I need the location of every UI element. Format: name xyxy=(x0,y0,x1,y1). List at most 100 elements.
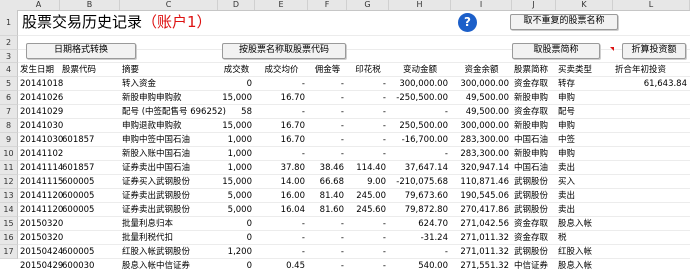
cell-type[interactable]: 申购 xyxy=(558,92,575,105)
cell-type[interactable]: 税 xyxy=(558,232,567,245)
cell-fee[interactable]: - xyxy=(308,246,344,259)
cell-qty[interactable]: 1,000 xyxy=(218,134,252,147)
row-header-12[interactable]: 12 xyxy=(0,175,18,189)
cell-memo[interactable]: 批量利税代扣 xyxy=(122,232,173,245)
column-header-f[interactable]: F xyxy=(308,0,347,10)
cell-type[interactable]: 买入 xyxy=(558,176,575,189)
row-header-2[interactable]: 2 xyxy=(0,36,18,50)
cell-price[interactable]: - xyxy=(255,246,305,259)
row-header-16[interactable]: 16 xyxy=(0,231,18,245)
cell-name[interactable]: 中国石油 xyxy=(514,134,548,147)
cell-date[interactable]: 20141026 xyxy=(20,92,63,105)
cell-tax[interactable]: - xyxy=(347,218,386,231)
cell-balance[interactable]: 271,042.56 xyxy=(451,218,509,231)
cell-qty[interactable]: 15,000 xyxy=(218,120,252,133)
cell-price[interactable]: - xyxy=(255,232,305,245)
cell-date[interactable]: 20141018 xyxy=(20,78,63,91)
cell-name[interactable]: 新股申购 xyxy=(514,92,548,105)
calc-invest-button[interactable]: 折算投资额 xyxy=(622,43,686,59)
cell-name[interactable]: 武钢股份 xyxy=(514,246,548,259)
header-cell[interactable]: 股票代码 xyxy=(62,64,96,77)
cell-amount[interactable]: 540.00 xyxy=(389,260,448,273)
cell-fee[interactable]: - xyxy=(308,78,344,91)
header-cell[interactable]: 印花税 xyxy=(349,64,387,77)
cell-tax[interactable]: 245.00 xyxy=(347,190,386,203)
cell-type[interactable]: 股息入帐 xyxy=(558,260,592,273)
cell-qty[interactable]: 0 xyxy=(218,260,252,273)
row-header-7[interactable]: 7 xyxy=(0,105,18,119)
header-cell[interactable]: 买卖类型 xyxy=(558,64,592,77)
cell-tax[interactable]: - xyxy=(347,120,386,133)
cell-balance[interactable]: 271,551.32 xyxy=(451,260,509,273)
header-cell[interactable]: 发生日期 xyxy=(20,64,54,77)
cell-memo[interactable]: 红股入帐武钢股份 xyxy=(122,246,190,259)
cell-tax[interactable]: 245.60 xyxy=(347,204,386,217)
cell-balance[interactable]: 270,417.86 xyxy=(451,204,509,217)
cell-amount[interactable]: 37,647.14 xyxy=(389,162,448,175)
cell-code[interactable]: 600005 xyxy=(62,246,94,259)
row-header-15[interactable]: 15 xyxy=(0,217,18,231)
cell-memo[interactable]: 证券卖出武钢股份 xyxy=(122,190,190,203)
cell-memo[interactable]: 股息入帐中信证券 xyxy=(122,260,190,273)
unique-names-button[interactable]: 取不重复的股票名称 xyxy=(510,14,618,30)
cell-fee[interactable]: - xyxy=(308,134,344,147)
cell-type[interactable]: 股息入帐 xyxy=(558,218,592,231)
column-header-d[interactable]: D xyxy=(218,0,255,10)
cell-name[interactable]: 武钢股份 xyxy=(514,190,548,203)
help-icon[interactable]: ? xyxy=(458,13,477,32)
cell-date[interactable]: 20141115 xyxy=(20,176,63,189)
cell-name[interactable]: 武钢股份 xyxy=(514,204,548,217)
cell-tax[interactable]: - xyxy=(347,232,386,245)
cell-type[interactable]: 申购 xyxy=(558,120,575,133)
cell-fee[interactable]: - xyxy=(308,218,344,231)
cell-fee[interactable]: 38.46 xyxy=(308,162,344,175)
row-header-13[interactable]: 13 xyxy=(0,189,18,203)
cell-amount[interactable]: -250,500.00 xyxy=(389,92,448,105)
cell-name[interactable]: 新股申购 xyxy=(514,148,548,161)
cell-memo[interactable]: 申购中签中国石油 xyxy=(122,134,190,147)
cell-type[interactable]: 卖出 xyxy=(558,190,575,203)
cell-code[interactable]: 601857 xyxy=(62,134,94,147)
cell-balance[interactable]: 283,300.00 xyxy=(451,148,509,161)
cell-amount[interactable]: -31.24 xyxy=(389,232,448,245)
cell-code[interactable]: 600005 xyxy=(62,190,94,203)
cell-qty[interactable]: 0 xyxy=(218,78,252,91)
cell-fee[interactable]: - xyxy=(308,106,344,119)
cell-date[interactable]: 20141114 xyxy=(20,162,63,175)
cell-qty[interactable]: 5,000 xyxy=(218,190,252,203)
cell-price[interactable]: 16.70 xyxy=(255,134,305,147)
cell-balance[interactable]: 271,011.32 xyxy=(451,246,509,259)
row-header-6[interactable]: 6 xyxy=(0,91,18,105)
cell-type[interactable]: 转存 xyxy=(558,78,575,91)
column-header-b[interactable]: B xyxy=(60,0,120,10)
cell-tax[interactable]: - xyxy=(347,134,386,147)
column-header-e[interactable]: E xyxy=(255,0,308,10)
cell-amount[interactable]: - xyxy=(389,106,448,119)
column-header-i[interactable]: I xyxy=(451,0,512,10)
cell-type[interactable]: 中签 xyxy=(558,134,575,147)
cell-fee[interactable]: - xyxy=(308,232,344,245)
cell-amount[interactable]: -16,700.00 xyxy=(389,134,448,147)
cell-balance[interactable]: 283,300.00 xyxy=(451,134,509,147)
cell-tax[interactable]: - xyxy=(347,78,386,91)
cell-memo[interactable]: 证券卖出武钢股份 xyxy=(122,204,190,217)
cell-qty[interactable]: 1,000 xyxy=(218,162,252,175)
row-header-10[interactable]: 10 xyxy=(0,147,18,161)
cell-balance[interactable]: 300,000.00 xyxy=(451,78,509,91)
row-header-4[interactable]: 4 xyxy=(0,63,18,77)
row-header-3[interactable]: 3 xyxy=(0,50,18,63)
cell-name[interactable]: 资金存取 xyxy=(514,106,548,119)
cell-date[interactable]: 20141029 xyxy=(20,106,63,119)
cell-memo[interactable]: 新股入账中国石油 xyxy=(122,148,190,161)
header-cell[interactable]: 成交数 xyxy=(220,64,253,77)
cell-fee[interactable]: 66.68 xyxy=(308,176,344,189)
header-cell[interactable]: 股票简称 xyxy=(514,64,548,77)
header-cell[interactable]: 折合年初投资 xyxy=(615,64,666,77)
cell-type[interactable]: 卖出 xyxy=(558,204,575,217)
cell-date[interactable]: 20141030 xyxy=(20,134,63,147)
header-cell[interactable]: 资金余额 xyxy=(453,64,510,77)
fetch-codes-button[interactable]: 按股票名称取股票代码 xyxy=(222,43,346,59)
cell-date[interactable]: 20141120 xyxy=(20,190,63,203)
cell-memo[interactable]: 新股申购申购款 xyxy=(122,92,182,105)
cell-qty[interactable]: 1,200 xyxy=(218,246,252,259)
